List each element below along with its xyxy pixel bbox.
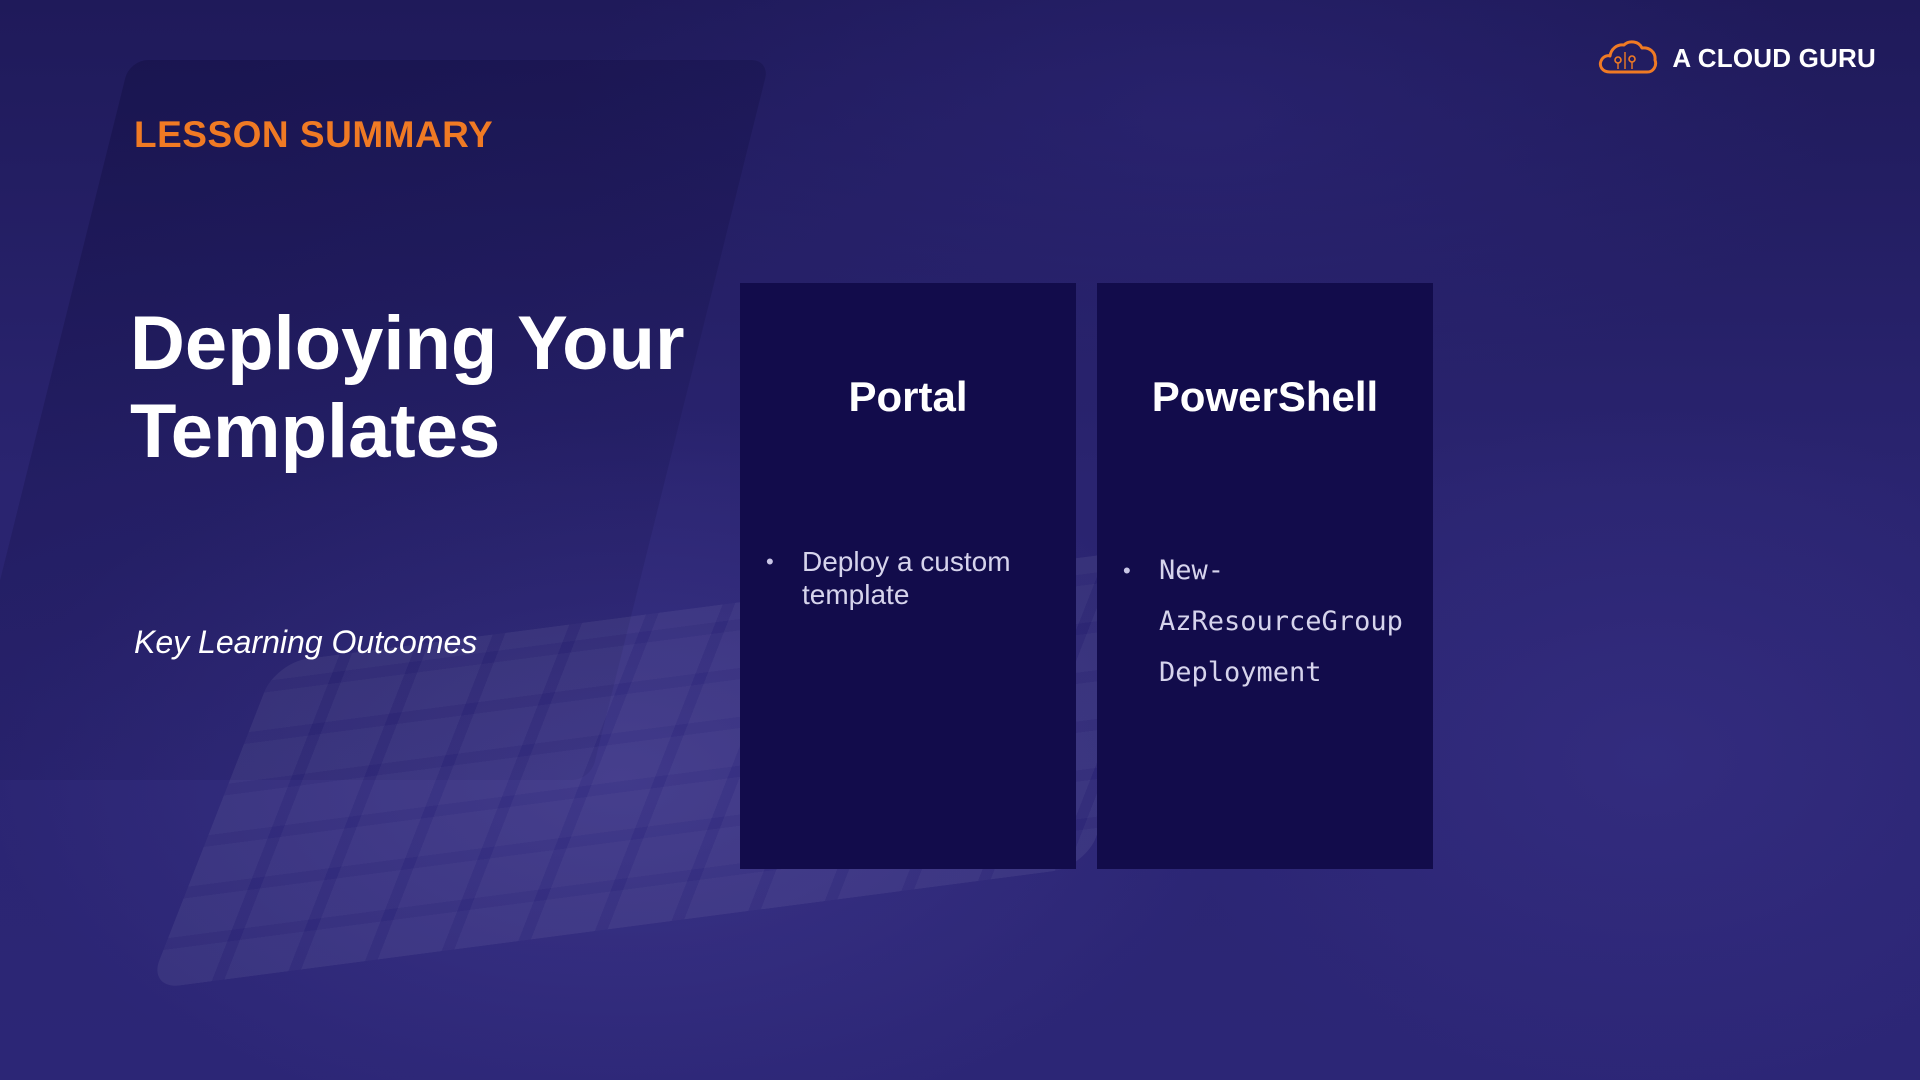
powershell-card-list: New- AzResourceGroup Deployment [1123,545,1413,698]
list-item: New- AzResourceGroup Deployment [1123,545,1413,698]
slide-subtitle: Key Learning Outcomes [134,624,478,660]
list-item: Deploy a custom template [766,545,1056,611]
cloud-icon [1596,38,1660,78]
powershell-card-title: PowerShell [1151,373,1379,420]
section-label: LESSON SUMMARY [134,114,494,155]
portal-card-title: Portal [848,373,968,420]
brand-name: A CLOUD GURU [1672,42,1876,73]
powershell-card: PowerShell New- AzResourceGroup Deployme… [1097,283,1433,869]
portal-card: Portal Deploy a custom template [740,283,1076,869]
slide-title: Deploying Your Templates [130,301,685,474]
brand-logo: A CLOUD GURU [1596,38,1876,78]
portal-card-list: Deploy a custom template [766,545,1056,611]
